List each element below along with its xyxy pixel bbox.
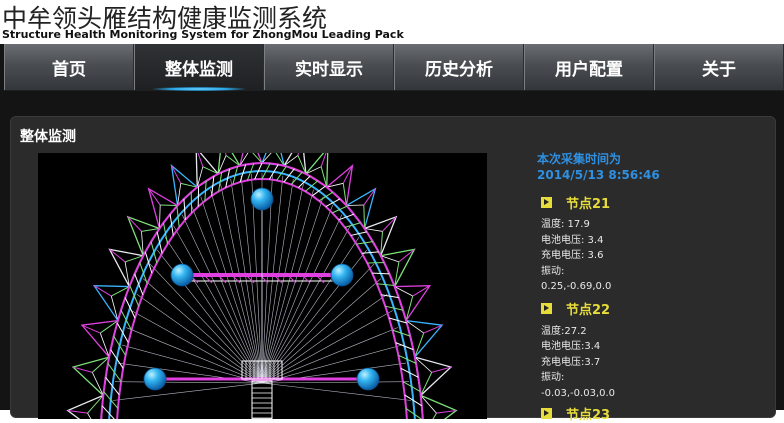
node-21-charge-voltage: 充电电压: 3.6 [537,248,767,264]
nav-tab-home[interactable]: 首页 [4,44,134,90]
main-navigation: 首页 整体监测 实时显示 历史分析 用户配置 关于 [0,44,784,108]
sensor-node-icon[interactable] [251,188,273,210]
content-area: 整体监测 本次采集时间为 2014/5/13 8:56:46 [0,108,784,410]
node-21-temperature: 温度: 17.9 [537,217,767,233]
node-22-vibration-label: 振动: [537,370,767,386]
sensor-node-icon[interactable] [144,368,166,390]
node-22-name[interactable]: 节点22 [566,299,610,318]
node-23-name[interactable]: 节点23 [566,404,610,423]
center-platform [242,361,282,419]
node-22-battery-voltage: 电池电压:3.4 [537,339,767,355]
node-22-temperature: 温度:27.2 [537,324,767,340]
sensor-node-icon[interactable] [171,264,193,286]
nav-tab-overall-monitoring[interactable]: 整体监测 [134,44,264,90]
panel-title: 整体监测 [20,126,76,146]
node-22-vibration-value: -0.03,-0.03,0.0 [537,386,767,402]
node-23-header[interactable]: 节点23 [537,404,767,422]
collection-time-caption: 本次采集时间为 [537,151,767,167]
app-subtitle: Structure Health Monitoring System for Z… [2,28,404,41]
node-22-charge-voltage: 充电电压:3.7 [537,355,767,371]
node-21-vibration-value: 0.25,-0.69,0.0 [537,279,767,295]
sensor-node-icon[interactable] [357,368,379,390]
node-21-name[interactable]: 节点21 [566,193,610,212]
play-icon [541,197,552,208]
nav-tab-user-config[interactable]: 用户配置 [524,44,654,90]
app-header: 中牟领头雁结构健康监测系统 Structure Health Monitorin… [0,0,784,44]
node-21-vibration-label: 振动: [537,264,767,280]
nav-tab-about[interactable]: 关于 [654,44,784,90]
monitoring-panel: 整体监测 本次采集时间为 2014/5/13 8:56:46 [10,116,776,418]
nav-tab-realtime-display[interactable]: 实时显示 [264,44,394,90]
nav-bar: 首页 整体监测 实时显示 历史分析 用户配置 关于 [4,44,784,91]
sensor-node-icon[interactable] [331,264,353,286]
play-icon [541,408,552,419]
node-21-header[interactable]: 节点21 [537,193,767,211]
play-icon [541,303,552,314]
nav-tab-history-analysis[interactable]: 历史分析 [394,44,524,90]
node-info-column: 本次采集时间为 2014/5/13 8:56:46 节点21 温度: 17.9 … [537,151,767,422]
truss-structure-diagram [38,153,487,419]
node-21-battery-voltage: 电池电压: 3.4 [537,233,767,249]
collection-time-value: 2014/5/13 8:56:46 [537,167,767,183]
structure-view [38,153,487,419]
node-22-header[interactable]: 节点22 [537,300,767,318]
